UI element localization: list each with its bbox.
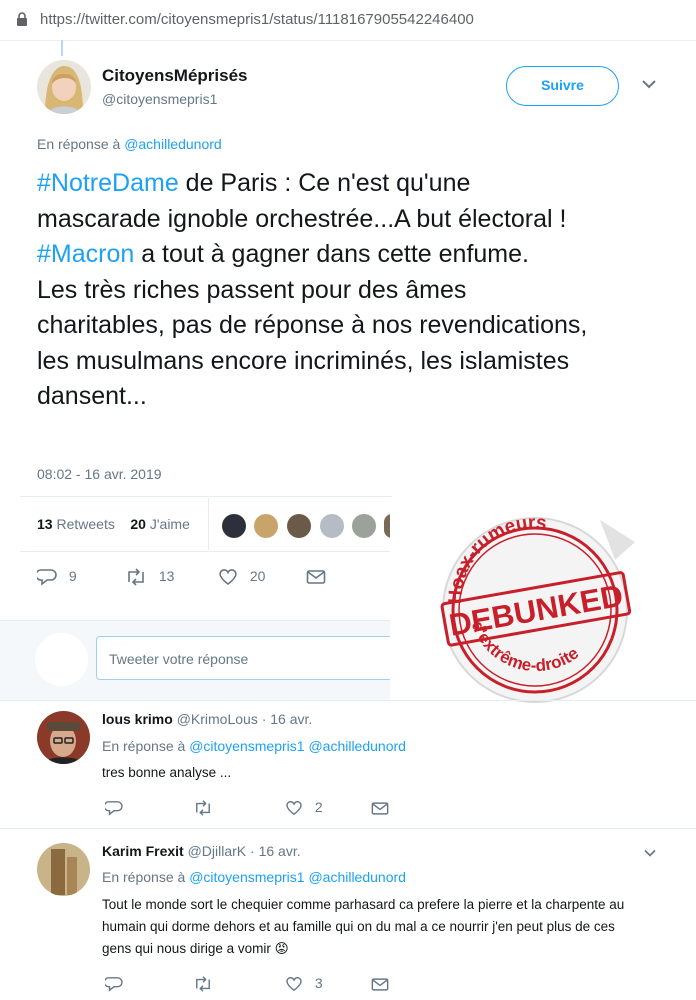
reply-header: Karim Frexit @DjillarK · 16 avr. [102,843,301,859]
direct-message-action[interactable] [371,975,389,992]
retweets-label: Retweets [56,516,115,532]
divider [20,496,392,497]
retweet-count: 13 [158,568,175,584]
heart-icon [219,569,237,586]
reply-context: En réponse à @citoyensmepris1 @achilledu… [102,869,406,885]
reply-author-name[interactable]: Karim Frexit [102,843,184,859]
author-display-name[interactable]: CitoyensMéprisés [102,66,248,86]
reply-icon [35,569,57,586]
hashtag-notredame[interactable]: #NotreDame [37,169,179,197]
retweets-stat[interactable]: 13 Retweets [37,516,115,532]
reply-mentions[interactable]: @citoyensmepris1 @achilledunord [189,869,406,885]
chevron-down-icon[interactable] [641,78,657,90]
liker-avatar[interactable] [320,514,344,538]
reply-header: lous krimo @KrimoLous · 16 avr. [102,711,312,727]
author-handle[interactable]: @citoyensmepris1 [102,91,217,107]
reply-context: En réponse à @citoyensmepris1 @achilledu… [102,738,406,754]
likes-stat[interactable]: 20 J'aime [130,516,190,532]
liker-avatar[interactable] [352,514,376,538]
reply-handle-date[interactable]: @DjillarK · 16 avr. [188,843,301,859]
chevron-down-icon[interactable] [643,848,657,858]
envelope-icon [306,570,326,585]
like-count: 2 [314,799,323,815]
follow-button[interactable]: Suivre [506,66,619,106]
like-count: 20 [249,568,266,584]
liker-avatar[interactable] [287,514,311,538]
reply-count: 9 [68,568,77,584]
reply-mention-link[interactable]: @achilledunord [124,136,222,152]
reply-context: En réponse à @achilledunord [37,136,222,152]
divider [208,498,209,550]
retweet-icon [196,976,210,992]
reply-avatar[interactable] [37,843,90,896]
reply-text-content: Tout le monde sort le chequier comme par… [102,897,625,956]
hashtag-macron[interactable]: #Macron [37,240,134,268]
url-text[interactable]: https://twitter.com/citoyensmepris1/stat… [40,11,474,28]
tweet-text: #NotreDame de Paris : Ce n'est qu'une ma… [37,166,597,415]
author-avatar[interactable] [37,60,91,114]
divider [20,551,392,552]
retweet-action[interactable] [193,799,213,816]
reply-handle-date[interactable]: @KrimoLous · 16 avr. [177,711,313,727]
reply-avatar[interactable] [37,711,90,764]
reply-text: Tout le monde sort le chequier comme par… [102,894,632,960]
like-action[interactable]: 3 [285,975,323,992]
current-user-avatar [35,633,88,686]
angry-face-emoji: 😡 [274,941,289,956]
retweet-action[interactable]: 13 [125,568,174,586]
reply-mentions[interactable]: @citoyensmepris1 @achilledunord [189,738,406,754]
browser-url-bar[interactable]: https://twitter.com/citoyensmepris1/stat… [0,0,696,41]
debunked-stamp-graphic: Hoax-rumeurs DEBUNKED d'extrême-droite [440,512,635,703]
reply-input[interactable]: Tweeter votre réponse [96,636,416,680]
retweet-action[interactable] [193,975,213,992]
like-count: 3 [314,975,323,991]
divider [0,828,696,829]
liker-avatar[interactable] [254,514,278,538]
reply-action[interactable] [103,799,123,816]
reply-prefix: En réponse à [102,869,186,885]
likes-count: 20 [130,516,146,532]
heart-icon [286,801,302,816]
direct-message-action[interactable] [371,799,389,816]
liker-avatar[interactable] [222,514,246,538]
heart-icon [286,977,302,992]
retweet-icon [128,568,144,586]
reply-author-name[interactable]: lous krimo [102,711,173,727]
like-action[interactable]: 20 [218,568,265,586]
direct-message-action[interactable] [306,568,326,585]
reply-icon [103,977,123,992]
likes-label: J'aime [149,516,190,532]
lock-icon [17,12,27,26]
tweet-timestamp[interactable]: 08:02 - 16 avr. 2019 [37,466,162,482]
thread-connector-line [61,40,63,56]
retweets-count: 13 [37,516,53,532]
tweet-text-part: a tout à gagner dans cette enfume. [134,240,529,268]
divider [0,700,696,701]
tweet-text-part: Les très riches passent pour des âmes ch… [37,275,588,411]
retweet-icon [196,800,210,816]
reply-icon [103,801,123,816]
tweet-stats: 13 Retweets 20 J'aime [37,516,190,532]
reply-text: tres bonne analyse ... [102,765,232,780]
debunked-stamp: Hoax-rumeurs DEBUNKED d'extrême-droite [390,500,696,710]
reply-prefix: En réponse à [37,136,121,152]
like-action[interactable]: 2 [285,799,323,816]
envelope-icon [371,978,389,991]
reply-action[interactable]: 9 [35,568,77,586]
envelope-icon [371,802,389,815]
reply-action[interactable] [103,975,123,992]
reply-prefix: En réponse à [102,738,186,754]
